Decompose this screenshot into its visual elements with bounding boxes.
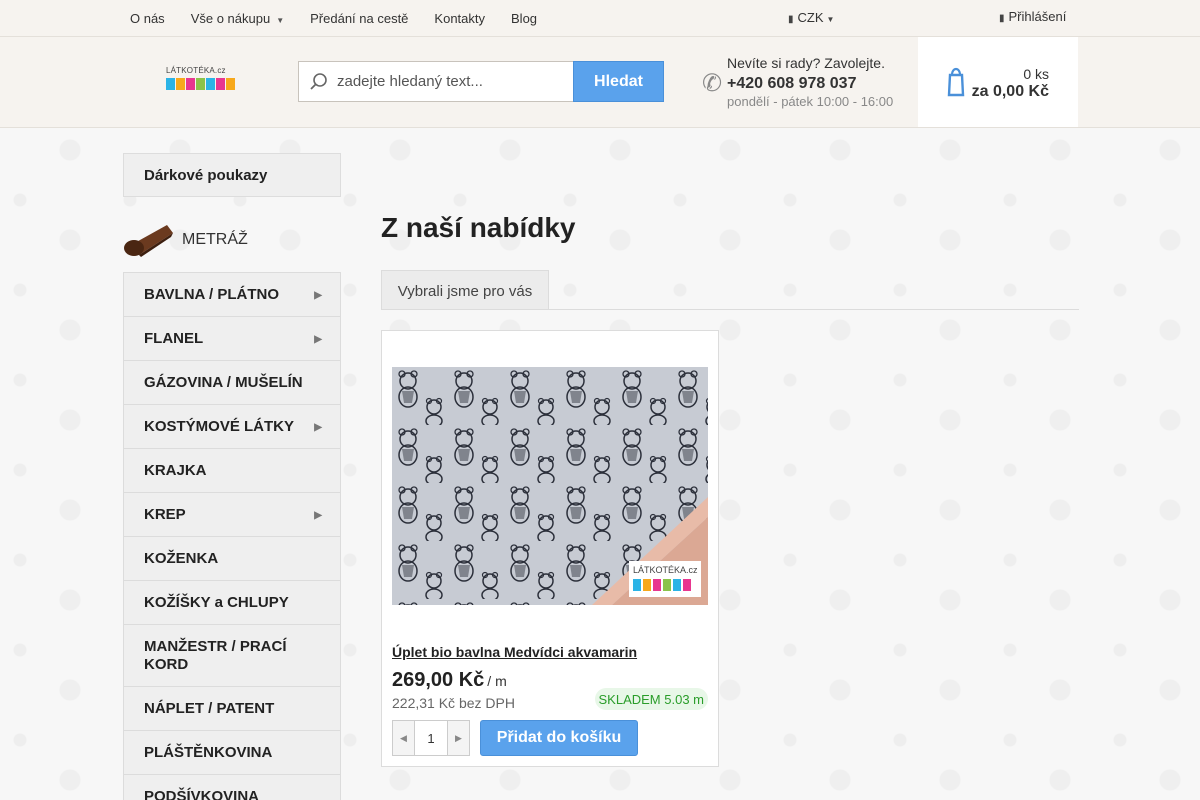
category-label: KREP (144, 506, 186, 523)
increase-button[interactable]: ▶ (447, 721, 469, 755)
category-label: FLANEL (144, 330, 204, 347)
category-item[interactable]: PLÁŠTĚNKOVINA (123, 731, 341, 775)
nav-label: Předání na cestě (310, 11, 409, 26)
search-box (298, 61, 574, 102)
stock-badge: SKLADEM 5.03 m (594, 688, 708, 710)
nav-item-vse-o-nakupu[interactable]: Vše o nákupu ▼ (191, 11, 284, 26)
category-item[interactable]: KOSTÝMOVÉ LÁTKY ▶ (123, 405, 341, 449)
nav-label: Kontakty (434, 11, 486, 26)
logo-text: LÁTKOTÉKA.cz (166, 66, 226, 75)
product-image[interactable]: LÁTKOTÉKA.cz (392, 367, 708, 605)
header: LÁTKOTÉKA.cz Hledat ✆ Nevíte si rady? Za… (0, 37, 1200, 128)
category-item[interactable]: KREP ▶ (123, 493, 341, 537)
category-label: GÁZOVINA / MUŠELÍN (144, 374, 303, 391)
chevron-right-icon: ▶ (314, 290, 322, 301)
category-label: KOŽÍŠKY a CHLUPY (144, 594, 289, 611)
phone-icon: ✆ (702, 70, 723, 97)
page-title: Z naší nabídky (381, 212, 576, 243)
chevron-down-icon: ▼ (276, 16, 285, 25)
category-label: PODŠÍVKOVINA (144, 788, 260, 800)
cart-total: za 0,00 Kč (971, 83, 1049, 100)
user-icon: ▮ (999, 13, 1005, 24)
tab-recommended[interactable]: Vybrali jsme pro vás (381, 270, 549, 310)
help-hours: pondělí - pátek 10:00 - 16:00 (727, 94, 894, 109)
category-item[interactable]: KOŽÍŠKY a CHLUPY (123, 581, 341, 625)
chevron-right-icon: ▶ (314, 510, 322, 521)
nav-label: Vše o nákupu (190, 11, 271, 26)
category-item[interactable]: PODŠÍVKOVINA (123, 775, 341, 800)
sidebar-item-label: Dárkové poukazy (144, 167, 268, 184)
cart-widget[interactable]: 0 ks za 0,00 Kč (918, 37, 1078, 127)
fabric-roll-icon (124, 225, 173, 257)
nav-label: Blog (511, 11, 538, 26)
category-item[interactable]: KOŽENKA (123, 537, 341, 581)
image-logo-text: LÁTKOTÉKA.cz (633, 565, 698, 575)
sidebar-item-gift-vouchers[interactable]: Dárkové poukazy (123, 153, 341, 197)
money-icon: ▮ (788, 14, 794, 25)
help-phone[interactable]: +420 608 978 037 (727, 75, 856, 93)
category-item[interactable]: KRAJKA (123, 449, 341, 493)
tab-divider (381, 309, 1079, 310)
search-icon (310, 73, 327, 90)
category-label: MANŽESTR / PRACÍ KORD (144, 638, 287, 673)
login-link[interactable]: ▮ Přihlášení (999, 9, 1066, 24)
product-price: 269,00 Kč / m (392, 669, 507, 692)
nav-item-kontakty[interactable]: Kontakty (434, 11, 485, 26)
quantity-stepper: ◀ 1 ▶ (392, 720, 470, 756)
category-item[interactable]: GÁZOVINA / MUŠELÍN (123, 361, 341, 405)
category-item[interactable]: FLANEL ▶ (123, 317, 341, 361)
top-nav: O nás Vše o nákupu ▼ Předání na cestě Kon… (130, 0, 563, 37)
category-item[interactable]: BAVLNA / PLÁTNO ▶ (123, 272, 341, 317)
category-label: KOSTÝMOVÉ LÁTKY (144, 418, 295, 435)
currency-label: CZK (797, 10, 824, 25)
category-label: KRAJKA (144, 462, 207, 479)
nav-item-blog[interactable]: Blog (511, 11, 537, 26)
category-label: PLÁŠTĚNKOVINA (144, 744, 273, 761)
login-label: Přihlášení (1008, 9, 1067, 24)
price-unit: / m (487, 673, 507, 689)
chevron-down-icon: ▼ (826, 15, 835, 24)
nav-label: O nás (130, 11, 165, 26)
price-without-vat: 222,31 Kč bez DPH (392, 695, 515, 711)
search-button[interactable]: Hledat (573, 61, 664, 102)
category-label: NÁPLET / PATENT (144, 700, 275, 717)
category-label: KOŽENKA (144, 550, 219, 567)
help-title: Nevíte si rady? Zavolejte. (727, 55, 885, 71)
category-item[interactable]: MANŽESTR / PRACÍ KORD (123, 625, 341, 687)
category-item[interactable]: NÁPLET / PATENT (123, 687, 341, 731)
decrease-button[interactable]: ◀ (393, 721, 415, 755)
category-label: BAVLNA / PLÁTNO (144, 286, 279, 303)
product-name-link[interactable]: Úplet bio bavlna Medvídci akvamarin (392, 644, 637, 660)
section-title: METRÁŽ (182, 231, 248, 248)
nav-item-predani[interactable]: Předání na cestě (310, 11, 408, 26)
chevron-right-icon: ▶ (314, 334, 322, 345)
cart-icon (947, 67, 965, 97)
tab-label: Vybrali jsme pro vás (397, 283, 533, 300)
nav-item-o-nas[interactable]: O nás (130, 11, 165, 26)
category-list: BAVLNA / PLÁTNO ▶ FLANEL ▶ GÁZOVINA / MUŠE… (123, 272, 341, 800)
product-card: LÁTKOTÉKA.cz Úplet bio bavlna Medvídci a… (381, 330, 719, 767)
add-to-cart-button[interactable]: Přidat do košíku (480, 720, 638, 756)
top-bar: O nás Vše o nákupu ▼ Předání na cestě Kon… (0, 0, 1200, 37)
currency-selector[interactable]: ▮ CZK ▼ (788, 10, 838, 25)
chevron-right-icon: ▶ (314, 422, 322, 433)
price-value: 269,00 Kč (392, 669, 485, 691)
quantity-input[interactable]: 1 (415, 721, 447, 755)
logo-graphic (166, 78, 236, 90)
sidebar-section-metraz: METRÁŽ (123, 221, 341, 259)
search-input[interactable] (337, 62, 567, 101)
site-logo[interactable]: LÁTKOTÉKA.cz (166, 66, 238, 100)
cart-count: 0 ks (1023, 66, 1049, 82)
